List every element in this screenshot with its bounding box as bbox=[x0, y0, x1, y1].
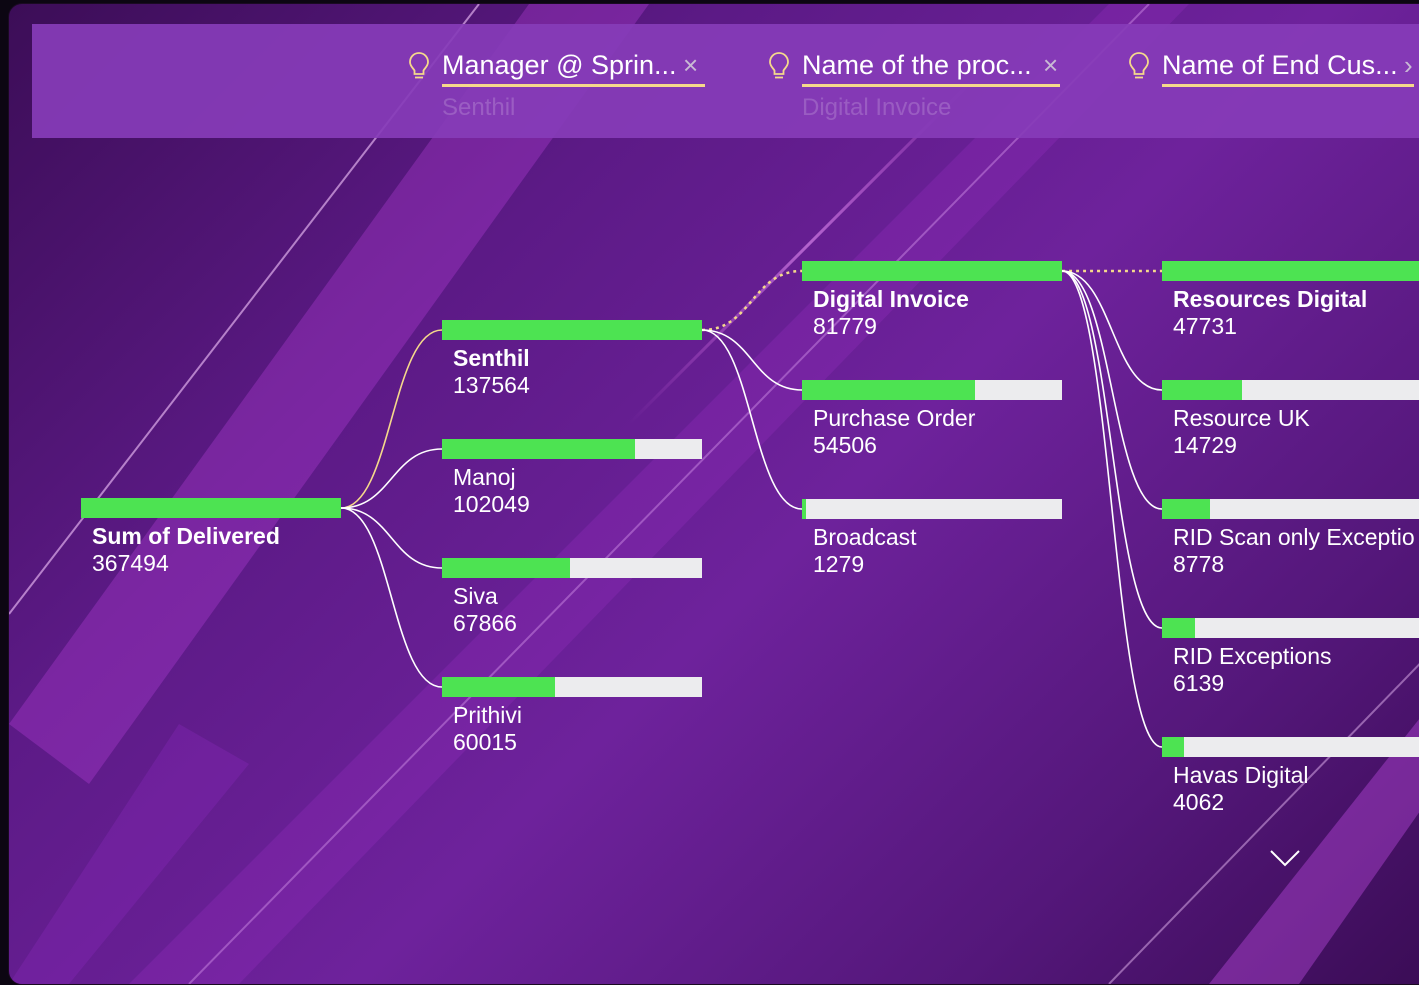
node-label: Sum of Delivered bbox=[92, 523, 280, 549]
bar-track bbox=[1162, 618, 1419, 638]
node-value: 137564 bbox=[453, 372, 530, 398]
bar-fill bbox=[1162, 380, 1242, 400]
bar-track bbox=[442, 320, 702, 340]
tree-node[interactable]: Prithivi 60015 bbox=[442, 677, 704, 757]
bar-fill bbox=[1162, 499, 1210, 519]
node-label: Siva bbox=[453, 583, 498, 609]
bar-fill bbox=[442, 558, 570, 578]
bar-fill bbox=[1162, 261, 1419, 281]
bar-track bbox=[81, 498, 341, 518]
tree-node[interactable]: Purchase Order 54506 bbox=[802, 380, 1064, 460]
bar-track bbox=[1162, 737, 1419, 757]
bar-track bbox=[1162, 380, 1419, 400]
node-label: Resource UK bbox=[1173, 405, 1310, 431]
node-value: 47731 bbox=[1173, 313, 1237, 339]
tree-node[interactable]: Senthil 137564 bbox=[442, 320, 704, 400]
bar-fill bbox=[802, 499, 806, 519]
tree-connector bbox=[1061, 270, 1163, 748]
tree-node[interactable]: RID Scan only Exceptio 8778 bbox=[1162, 499, 1419, 579]
node-value: 67866 bbox=[453, 610, 517, 636]
tree-node[interactable]: Broadcast 1279 bbox=[802, 499, 1064, 579]
node-label: Digital Invoice bbox=[813, 286, 969, 312]
tree-node[interactable]: Digital Invoice 81779 bbox=[802, 261, 1064, 341]
node-value: 54506 bbox=[813, 432, 877, 458]
tree-connector bbox=[340, 448, 443, 509]
tree-node[interactable]: Havas Digital 4062 bbox=[1162, 737, 1419, 817]
node-value: 81779 bbox=[813, 313, 877, 339]
node-label: Senthil bbox=[453, 345, 530, 371]
node-label: Havas Digital bbox=[1173, 762, 1309, 788]
decomposition-tree bbox=[340, 269, 1163, 748]
node-label: RID Exceptions bbox=[1173, 643, 1332, 669]
node-value: 6139 bbox=[1173, 670, 1225, 696]
bar-fill bbox=[442, 320, 702, 340]
bar-fill bbox=[442, 439, 635, 459]
bar-fill bbox=[1162, 618, 1195, 638]
bar-fill bbox=[442, 677, 555, 697]
bar-fill bbox=[1162, 737, 1184, 757]
tree-node[interactable]: Siva 67866 bbox=[442, 558, 704, 638]
bar-track bbox=[442, 558, 702, 578]
node-label: Purchase Order bbox=[813, 405, 976, 431]
node-value: 14729 bbox=[1173, 432, 1237, 458]
tree-node[interactable]: Manoj 102049 bbox=[442, 439, 704, 519]
tree-connector bbox=[701, 329, 803, 510]
tree-node[interactable]: Resource UK 14729 bbox=[1162, 380, 1419, 460]
node-label: RID Scan only Exceptio bbox=[1173, 524, 1415, 550]
node-root[interactable]: Sum of Delivered 367494 bbox=[81, 498, 343, 578]
node-value: 60015 bbox=[453, 729, 517, 755]
node-value: 1279 bbox=[813, 551, 865, 577]
node-value: 4062 bbox=[1173, 789, 1225, 815]
node-label: Resources Digital bbox=[1173, 286, 1368, 312]
bar-track bbox=[802, 261, 1062, 281]
bar-fill bbox=[81, 498, 341, 518]
node-label: Prithivi bbox=[453, 702, 523, 728]
node-value: 102049 bbox=[453, 491, 530, 517]
node-value: 8778 bbox=[1173, 551, 1225, 577]
tree-connector bbox=[701, 329, 803, 391]
bar-track bbox=[802, 499, 1062, 519]
tree-connector bbox=[1061, 270, 1163, 510]
tree-connector bbox=[1061, 270, 1163, 629]
bar-fill bbox=[802, 261, 1062, 281]
tree-connector bbox=[340, 507, 443, 569]
bar-track bbox=[802, 380, 1062, 400]
tree-connector bbox=[340, 507, 443, 688]
node-label: Broadcast bbox=[813, 524, 917, 550]
node-label: Manoj bbox=[453, 464, 516, 490]
node-value: 367494 bbox=[92, 550, 169, 576]
tree-connector bbox=[701, 269, 803, 332]
bar-fill bbox=[802, 380, 975, 400]
bar-track bbox=[1162, 499, 1419, 519]
bar-track bbox=[442, 677, 702, 697]
chevron-down-icon[interactable] bbox=[1268, 846, 1302, 870]
tree-node[interactable]: RID Exceptions 6139 bbox=[1162, 618, 1419, 698]
tree-connector bbox=[340, 329, 443, 509]
bar-track bbox=[442, 439, 702, 459]
bar-track bbox=[1162, 261, 1419, 281]
tree-node[interactable]: Resources Digital 47731 bbox=[1162, 261, 1419, 341]
